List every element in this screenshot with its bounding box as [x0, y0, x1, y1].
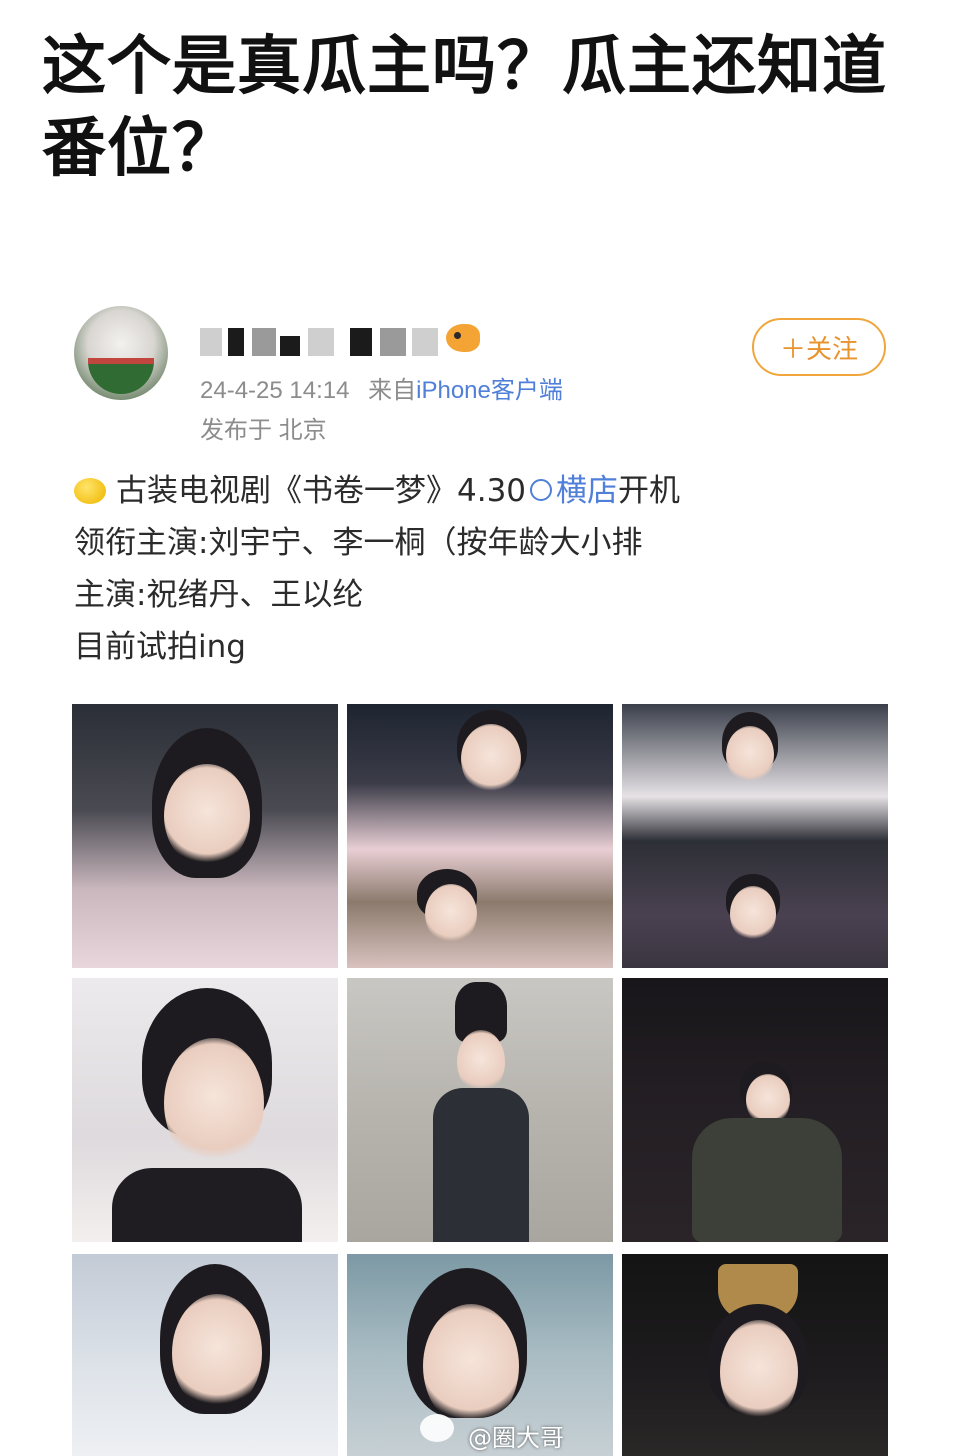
post-line-1: 古装电视剧《书卷一梦》4.30 横店开机	[74, 465, 894, 517]
post-body: 古装电视剧《书卷一梦》4.30 横店开机 领衔主演:刘宇宁、李一桐（按年龄大小排 …	[74, 465, 894, 673]
watermelon-icon	[88, 358, 154, 394]
user-avatar[interactable]	[74, 306, 168, 400]
post-source-link[interactable]: iPhone客户端	[416, 377, 563, 404]
post-timestamp: 24-4-25 14:14	[200, 377, 350, 404]
post-photo-3[interactable]	[622, 704, 888, 968]
follow-button[interactable]: ＋关注	[752, 318, 886, 376]
post-photo-5[interactable]	[347, 978, 613, 1242]
weibo-icon	[420, 1414, 454, 1442]
location-link[interactable]: 横店	[556, 473, 618, 509]
post-location: 发布于 北京	[200, 417, 327, 444]
location-icon	[530, 479, 553, 501]
headline-line-1: 这个是真瓜主吗？瓜主还知道	[42, 30, 887, 104]
post-line-1-text: 古装电视剧《书卷一梦》4.30	[116, 473, 527, 509]
post-line-1-end: 开机	[618, 473, 681, 509]
post-line-2: 领衔主演:刘宇宁、李一桐（按年龄大小排	[74, 525, 643, 561]
headline-line-2: 番位？	[42, 112, 237, 186]
post-meta: 24-4-25 14:14 来自iPhone客户端	[200, 370, 563, 405]
post-line-3: 主演:祝绪丹、王以纶	[74, 577, 364, 613]
post-photo-7[interactable]	[72, 1254, 338, 1456]
fish-badge-icon	[446, 324, 480, 352]
headline: 这个是真瓜主吗？瓜主还知道 番位？	[42, 26, 922, 190]
lemon-icon	[74, 478, 106, 504]
post-photo-9[interactable]	[622, 1254, 888, 1456]
post-line-4: 目前试拍ing	[74, 629, 246, 665]
post-source-label: 来自	[368, 377, 417, 404]
username-redacted[interactable]	[200, 322, 440, 362]
post-photo-1[interactable]	[72, 704, 338, 968]
post-photo-4[interactable]	[72, 978, 338, 1242]
watermark: @圈大哥	[468, 1424, 564, 1452]
post-photo-2[interactable]	[347, 704, 613, 968]
post-photo-6[interactable]	[622, 978, 888, 1242]
